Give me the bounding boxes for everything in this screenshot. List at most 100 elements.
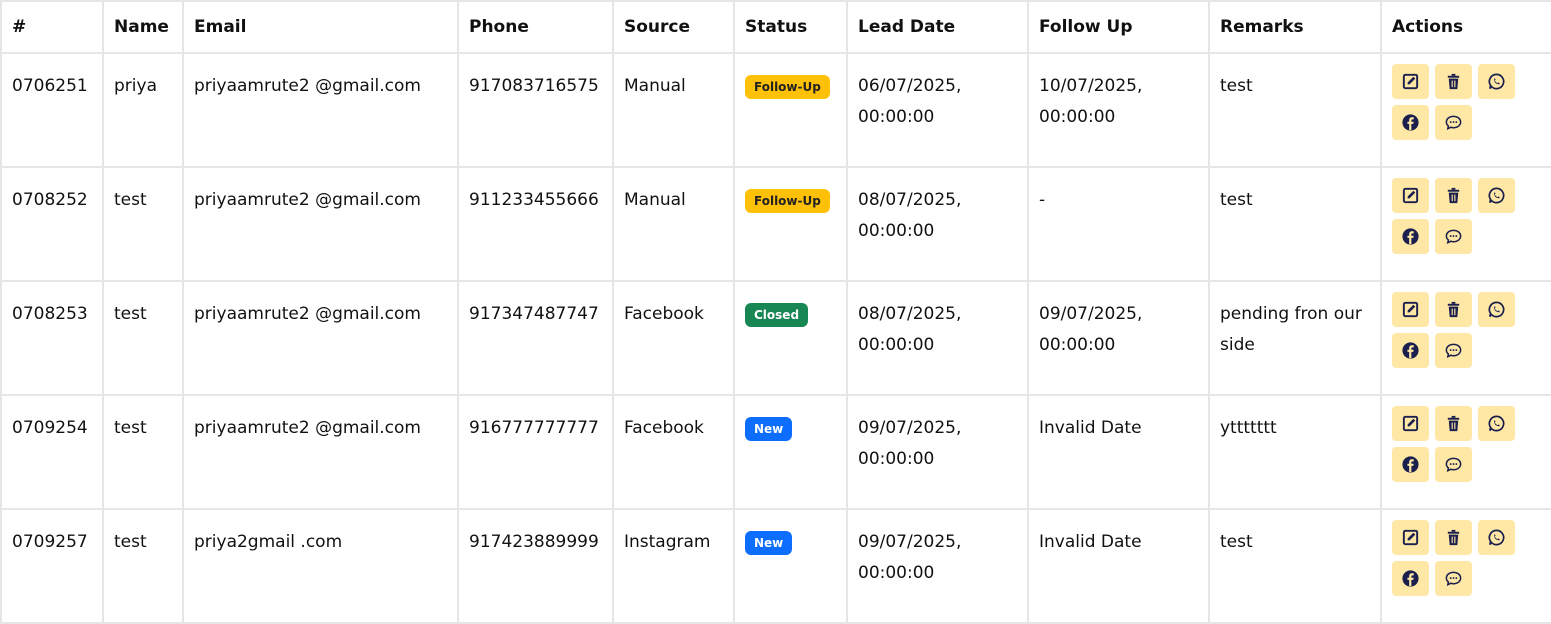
cell-email: priyaamrute2 @gmail.com bbox=[182, 280, 459, 396]
facebook-button[interactable] bbox=[1392, 333, 1429, 368]
delete-button[interactable] bbox=[1435, 64, 1472, 99]
cell-follow-up: Invalid Date bbox=[1027, 508, 1210, 624]
cell-actions bbox=[1380, 508, 1551, 624]
cell-lead-date: 09/07/2025, 00:00:00 bbox=[846, 394, 1029, 510]
cell-lead-date: 09/07/2025, 00:00:00 bbox=[846, 508, 1029, 624]
chat-button[interactable] bbox=[1435, 561, 1472, 596]
delete-icon bbox=[1447, 415, 1460, 432]
cell-remarks: test bbox=[1208, 508, 1382, 624]
edit-button[interactable] bbox=[1392, 178, 1429, 213]
status-badge: New bbox=[745, 531, 793, 555]
cell-email: priya2gmail .com bbox=[182, 508, 459, 624]
facebook-button[interactable] bbox=[1392, 105, 1429, 140]
header-follow-up: Follow Up bbox=[1027, 0, 1210, 54]
whatsapp-button[interactable] bbox=[1478, 520, 1515, 555]
edit-button[interactable] bbox=[1392, 520, 1429, 555]
cell-remarks: test bbox=[1208, 166, 1382, 282]
whatsapp-button[interactable] bbox=[1478, 292, 1515, 327]
facebook-button[interactable] bbox=[1392, 561, 1429, 596]
cell-follow-up: Invalid Date bbox=[1027, 394, 1210, 510]
facebook-button[interactable] bbox=[1392, 447, 1429, 482]
cell-follow-up: 10/07/2025, 00:00:00 bbox=[1027, 52, 1210, 168]
chat-icon bbox=[1445, 115, 1462, 131]
chat-button[interactable] bbox=[1435, 447, 1472, 482]
whatsapp-icon bbox=[1488, 187, 1505, 204]
cell-status: Closed bbox=[733, 280, 848, 396]
chat-icon bbox=[1445, 343, 1462, 359]
facebook-icon bbox=[1402, 342, 1419, 359]
facebook-icon bbox=[1402, 114, 1419, 131]
header-phone: Phone bbox=[457, 0, 614, 54]
cell-email: priyaamrute2 @gmail.com bbox=[182, 166, 459, 282]
delete-icon bbox=[1447, 301, 1460, 318]
table-row: 0706251 priya priyaamrute2 @gmail.com 91… bbox=[0, 52, 1551, 168]
delete-button[interactable] bbox=[1435, 520, 1472, 555]
cell-status: New bbox=[733, 394, 848, 510]
header-name: Name bbox=[102, 0, 184, 54]
cell-id: 0708252 bbox=[0, 166, 104, 282]
cell-source: Facebook bbox=[612, 280, 735, 396]
table-row: 0709254 test priyaamrute2 @gmail.com 916… bbox=[0, 394, 1551, 510]
status-badge: Closed bbox=[745, 303, 809, 327]
cell-follow-up: - bbox=[1027, 166, 1210, 282]
cell-email: priyaamrute2 @gmail.com bbox=[182, 394, 459, 510]
chat-button[interactable] bbox=[1435, 105, 1472, 140]
cell-remarks: yttttttt bbox=[1208, 394, 1382, 510]
cell-name: test bbox=[102, 394, 184, 510]
cell-name: test bbox=[102, 280, 184, 396]
edit-icon bbox=[1402, 301, 1419, 318]
table-header-row: # Name Email Phone Source Status Lead Da… bbox=[0, 0, 1551, 54]
whatsapp-icon bbox=[1488, 529, 1505, 546]
cell-id: 0706251 bbox=[0, 52, 104, 168]
table-row: 0708253 test priyaamrute2 @gmail.com 917… bbox=[0, 280, 1551, 396]
edit-button[interactable] bbox=[1392, 292, 1429, 327]
chat-button[interactable] bbox=[1435, 333, 1472, 368]
leads-table: # Name Email Phone Source Status Lead Da… bbox=[0, 0, 1551, 624]
whatsapp-button[interactable] bbox=[1478, 64, 1515, 99]
delete-button[interactable] bbox=[1435, 292, 1472, 327]
chat-icon bbox=[1445, 229, 1462, 245]
cell-source: Facebook bbox=[612, 394, 735, 510]
cell-email: priyaamrute2 @gmail.com bbox=[182, 52, 459, 168]
chat-button[interactable] bbox=[1435, 219, 1472, 254]
cell-phone: 917083716575 bbox=[457, 52, 614, 168]
header-source: Source bbox=[612, 0, 735, 54]
cell-source: Instagram bbox=[612, 508, 735, 624]
cell-lead-date: 08/07/2025, 00:00:00 bbox=[846, 280, 1029, 396]
whatsapp-button[interactable] bbox=[1478, 178, 1515, 213]
delete-icon bbox=[1447, 187, 1460, 204]
chat-icon bbox=[1445, 457, 1462, 473]
cell-name: test bbox=[102, 508, 184, 624]
delete-button[interactable] bbox=[1435, 406, 1472, 441]
edit-icon bbox=[1402, 529, 1419, 546]
cell-name: test bbox=[102, 166, 184, 282]
cell-name: priya bbox=[102, 52, 184, 168]
cell-id: 0709254 bbox=[0, 394, 104, 510]
cell-id: 0708253 bbox=[0, 280, 104, 396]
status-badge: Follow-Up bbox=[745, 75, 830, 99]
facebook-button[interactable] bbox=[1392, 219, 1429, 254]
cell-actions bbox=[1380, 394, 1551, 510]
status-badge: New bbox=[745, 417, 793, 441]
whatsapp-button[interactable] bbox=[1478, 406, 1515, 441]
whatsapp-icon bbox=[1488, 301, 1505, 318]
cell-source: Manual bbox=[612, 52, 735, 168]
edit-button[interactable] bbox=[1392, 406, 1429, 441]
facebook-icon bbox=[1402, 228, 1419, 245]
facebook-icon bbox=[1402, 456, 1419, 473]
cell-status: New bbox=[733, 508, 848, 624]
cell-lead-date: 06/07/2025, 00:00:00 bbox=[846, 52, 1029, 168]
chat-icon bbox=[1445, 571, 1462, 587]
table-row: 0708252 test priyaamrute2 @gmail.com 911… bbox=[0, 166, 1551, 282]
cell-status: Follow-Up bbox=[733, 166, 848, 282]
cell-phone: 911233455666 bbox=[457, 166, 614, 282]
facebook-icon bbox=[1402, 570, 1419, 587]
header-status: Status bbox=[733, 0, 848, 54]
cell-id: 0709257 bbox=[0, 508, 104, 624]
cell-source: Manual bbox=[612, 166, 735, 282]
delete-button[interactable] bbox=[1435, 178, 1472, 213]
header-actions: Actions bbox=[1380, 0, 1551, 54]
edit-icon bbox=[1402, 187, 1419, 204]
cell-actions bbox=[1380, 52, 1551, 168]
edit-button[interactable] bbox=[1392, 64, 1429, 99]
